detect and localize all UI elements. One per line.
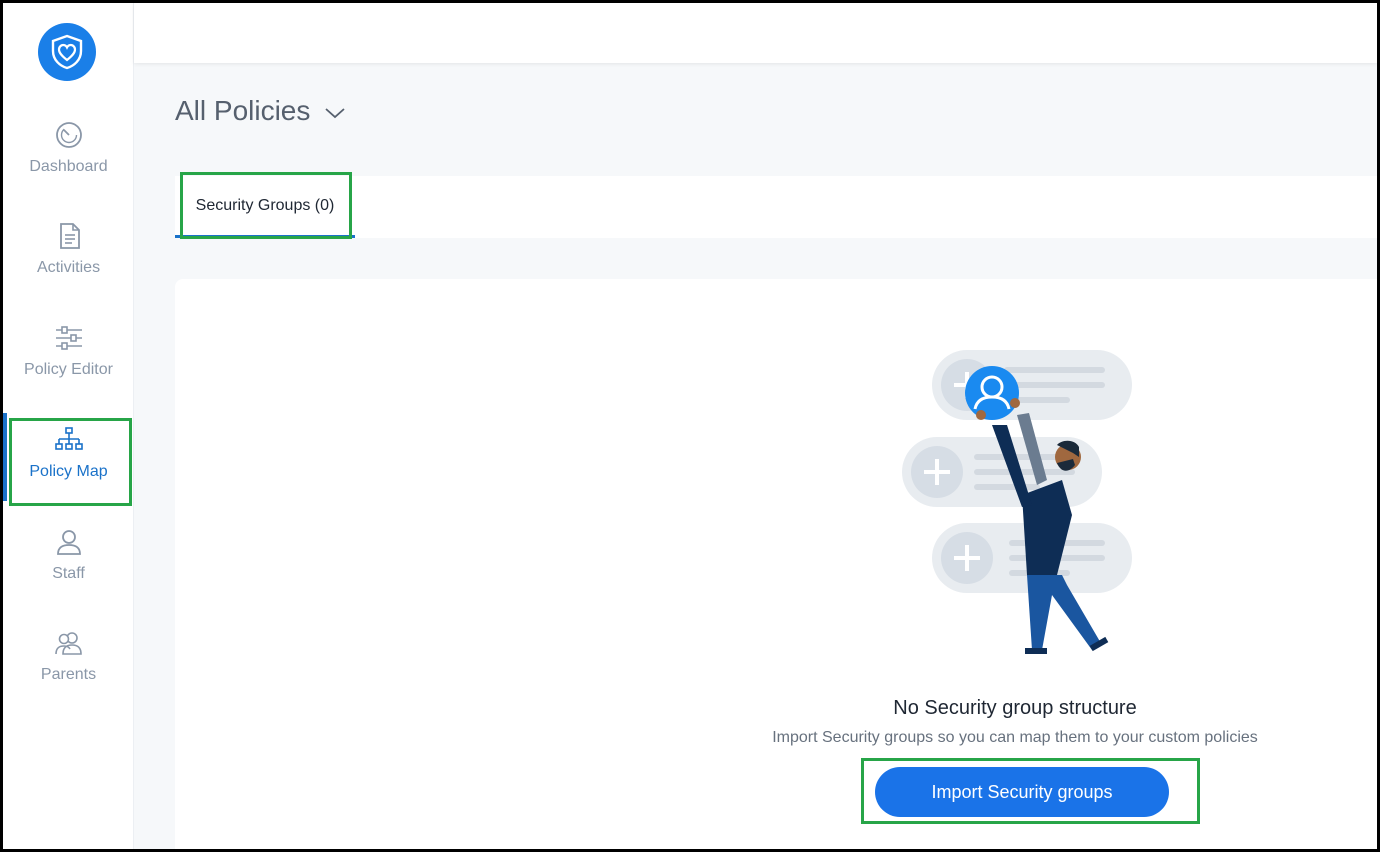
top-bar [134,3,1377,63]
sidebar-item-label: Parents [40,666,97,683]
sidebar-item-policy-editor[interactable]: Policy Editor [3,323,134,413]
page-title: All Policies [175,95,311,126]
app-window: Dashboard Activities Policy Editor Polic… [3,3,1377,849]
shield-heart-logo-icon[interactable] [38,23,96,81]
sidebar-item-activities[interactable]: Activities [3,221,134,311]
sidebar-item-label: Staff [52,565,85,582]
sidebar-item-parents[interactable]: Parents [3,628,134,718]
sidebar-item-label: Dashboard [29,158,108,175]
sidebar-item-label: Policy Map [29,463,108,480]
import-security-groups-button[interactable]: Import Security groups [875,767,1169,817]
main-content: No Security group structure Import Secur… [175,279,1377,849]
empty-state-title: No Security group structure [893,697,1137,719]
policy-selector[interactable]: All Policies [175,95,346,127]
sidebar-item-dashboard[interactable]: Dashboard [3,120,134,210]
sidebar-item-staff[interactable]: Staff [3,527,134,617]
empty-state-subtitle: Import Security groups so you can map th… [772,729,1258,746]
tab-security-groups[interactable]: Security Groups (0) [175,176,355,238]
sidebar-item-policy-map[interactable]: Policy Map [3,425,134,515]
document-icon [54,221,84,251]
chevron-down-icon [324,95,346,127]
people-icon [54,628,84,658]
sitemap-icon [54,425,84,455]
sidebar: Dashboard Activities Policy Editor Polic… [3,3,134,849]
sidebar-item-label: Activities [36,259,101,276]
speedometer-icon [54,120,84,150]
tab-label: Security Groups (0) [195,196,335,214]
tabs-bar: Security Groups (0) [175,176,1377,238]
person-icon [54,527,84,557]
sidebar-item-label: Policy Editor [24,361,113,378]
sliders-icon [54,323,84,353]
empty-state-illustration [897,345,1137,665]
